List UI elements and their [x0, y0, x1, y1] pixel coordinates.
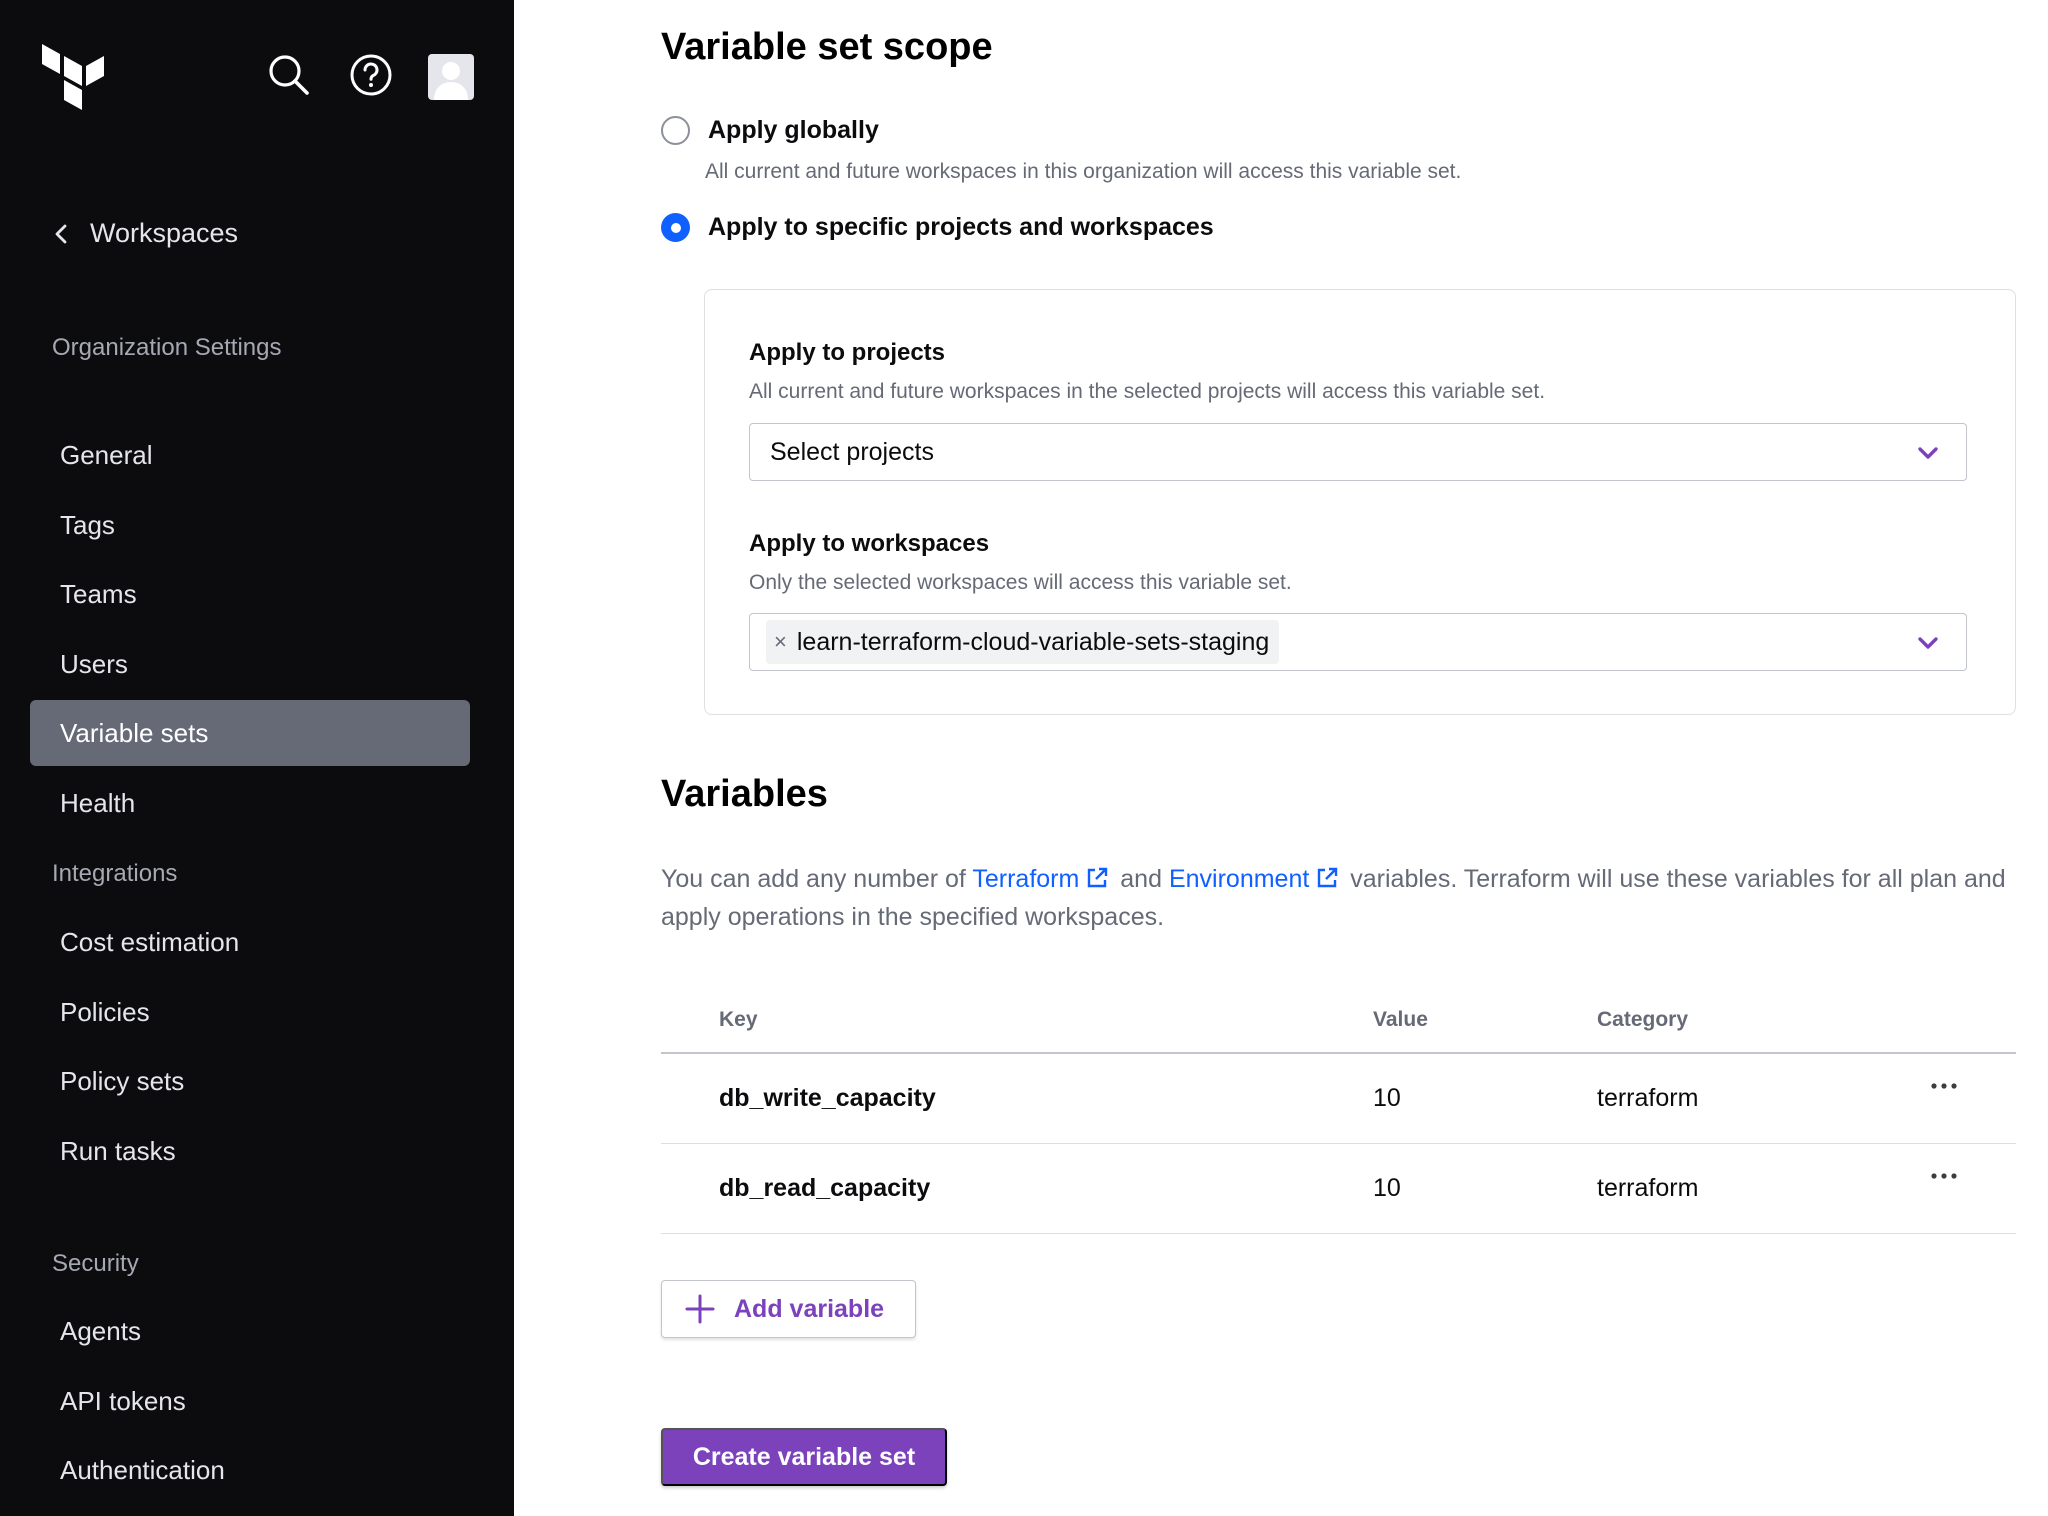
workspaces-field-help: Only the selected workspaces will access… [749, 571, 1292, 594]
projects-select[interactable]: Select projects [749, 423, 1967, 481]
sidebar-item-variable-sets[interactable]: Variable sets [30, 700, 470, 766]
radio-button-checked[interactable] [661, 213, 690, 242]
sidebar-item-general[interactable]: General [30, 422, 470, 488]
sidebar-item-users[interactable]: Users [30, 631, 470, 697]
variables-section-title: Variables [661, 773, 828, 815]
projects-field-help: All current and future workspaces in the… [749, 380, 1546, 403]
section-heading-integrations: Integrations [52, 860, 178, 887]
sidebar-item-health[interactable]: Health [30, 770, 470, 836]
chip-remove-icon[interactable]: × [774, 629, 787, 655]
radio-apply-globally[interactable]: Apply globally [661, 116, 879, 145]
back-to-workspaces-link[interactable]: Workspaces [52, 218, 238, 249]
sidebar-item-teams[interactable]: Teams [30, 561, 470, 627]
external-link-icon [1318, 867, 1338, 888]
workspaces-select[interactable]: × learn-terraform-cloud-variable-sets-st… [749, 613, 1967, 671]
more-options-icon[interactable] [1928, 1076, 1960, 1096]
more-options-icon[interactable] [1928, 1166, 1960, 1186]
add-variable-button[interactable]: Add variable [661, 1280, 916, 1338]
terraform-docs-link[interactable]: Terraform [972, 865, 1113, 893]
projects-select-placeholder: Select projects [770, 437, 934, 466]
variables-description: You can add any number of Terraform and … [661, 860, 2041, 936]
variable-category: terraform [1597, 1174, 1699, 1202]
table-header: Key Value Category [661, 986, 2016, 1054]
main-content: Variable set scope Apply globally All cu… [514, 0, 2048, 1516]
environment-link-label: Environment [1168, 865, 1310, 893]
sidebar-item-agents[interactable]: Agents [30, 1298, 470, 1364]
section-heading-security: Security [52, 1250, 139, 1277]
apply-specific-label: Apply to specific projects and workspace… [708, 213, 1214, 241]
sidebar-item-api-tokens[interactable]: API tokens [30, 1368, 470, 1434]
create-variable-set-button[interactable]: Create variable set [661, 1428, 947, 1486]
search-icon[interactable] [266, 52, 312, 98]
workspace-chip: × learn-terraform-cloud-variable-sets-st… [766, 620, 1280, 664]
apply-globally-label: Apply globally [708, 116, 879, 144]
radio-apply-specific[interactable]: Apply to specific projects and workspace… [661, 213, 1214, 242]
section-heading-organization-settings: Organization Settings [52, 334, 282, 361]
table-row: db_read_capacity 10 terraform [661, 1144, 2016, 1234]
external-link-icon [1088, 867, 1108, 888]
column-header-key: Key [719, 1008, 758, 1031]
scope-section-title: Variable set scope [661, 26, 993, 68]
sidebar-item-cost-estimation[interactable]: Cost estimation [30, 909, 470, 975]
variable-value: 10 [1373, 1174, 1401, 1202]
sidebar-item-tags[interactable]: Tags [30, 492, 470, 558]
desc-text-and: and [1120, 865, 1162, 893]
projects-field-label: Apply to projects [749, 339, 946, 366]
add-variable-label: Add variable [734, 1294, 885, 1323]
sidebar: Workspaces Organization Settings General… [0, 0, 514, 1516]
sidebar-item-policies[interactable]: Policies [30, 979, 470, 1045]
chevron-left-icon [55, 224, 67, 243]
scope-selection-panel: Apply to projects All current and future… [704, 289, 2016, 715]
chevron-down-icon [1918, 637, 1938, 649]
help-icon[interactable] [348, 52, 394, 98]
sidebar-item-authentication[interactable]: Authentication [30, 1437, 470, 1503]
environment-docs-link[interactable]: Environment [1169, 865, 1343, 893]
column-header-value: Value [1373, 1008, 1428, 1031]
variable-key: db_write_capacity [719, 1084, 936, 1112]
user-avatar-icon [434, 62, 468, 100]
terraform-link-label: Terraform [972, 865, 1080, 893]
apply-globally-help: All current and future workspaces in thi… [705, 160, 1462, 183]
back-label: Workspaces [90, 218, 239, 248]
chevron-down-icon [1918, 447, 1938, 459]
sidebar-item-policy-sets[interactable]: Policy sets [30, 1048, 470, 1114]
desc-text-pre: You can add any number of [661, 865, 966, 893]
column-header-category: Category [1597, 1008, 1689, 1031]
avatar[interactable] [428, 54, 474, 100]
variable-key: db_read_capacity [719, 1174, 931, 1202]
radio-button-unchecked[interactable] [661, 116, 690, 145]
workspaces-field-label: Apply to workspaces [749, 530, 990, 557]
table-row: db_write_capacity 10 terraform [661, 1054, 2016, 1144]
variable-category: terraform [1597, 1084, 1699, 1112]
variable-value: 10 [1373, 1084, 1401, 1112]
variables-table: Key Value Category db_write_capacity 10 … [661, 986, 2016, 1234]
workspace-chip-label: learn-terraform-cloud-variable-sets-stag… [796, 627, 1270, 656]
terraform-logo-icon[interactable] [42, 44, 104, 112]
sidebar-item-run-tasks[interactable]: Run tasks [30, 1118, 470, 1184]
plus-icon [685, 1294, 715, 1324]
